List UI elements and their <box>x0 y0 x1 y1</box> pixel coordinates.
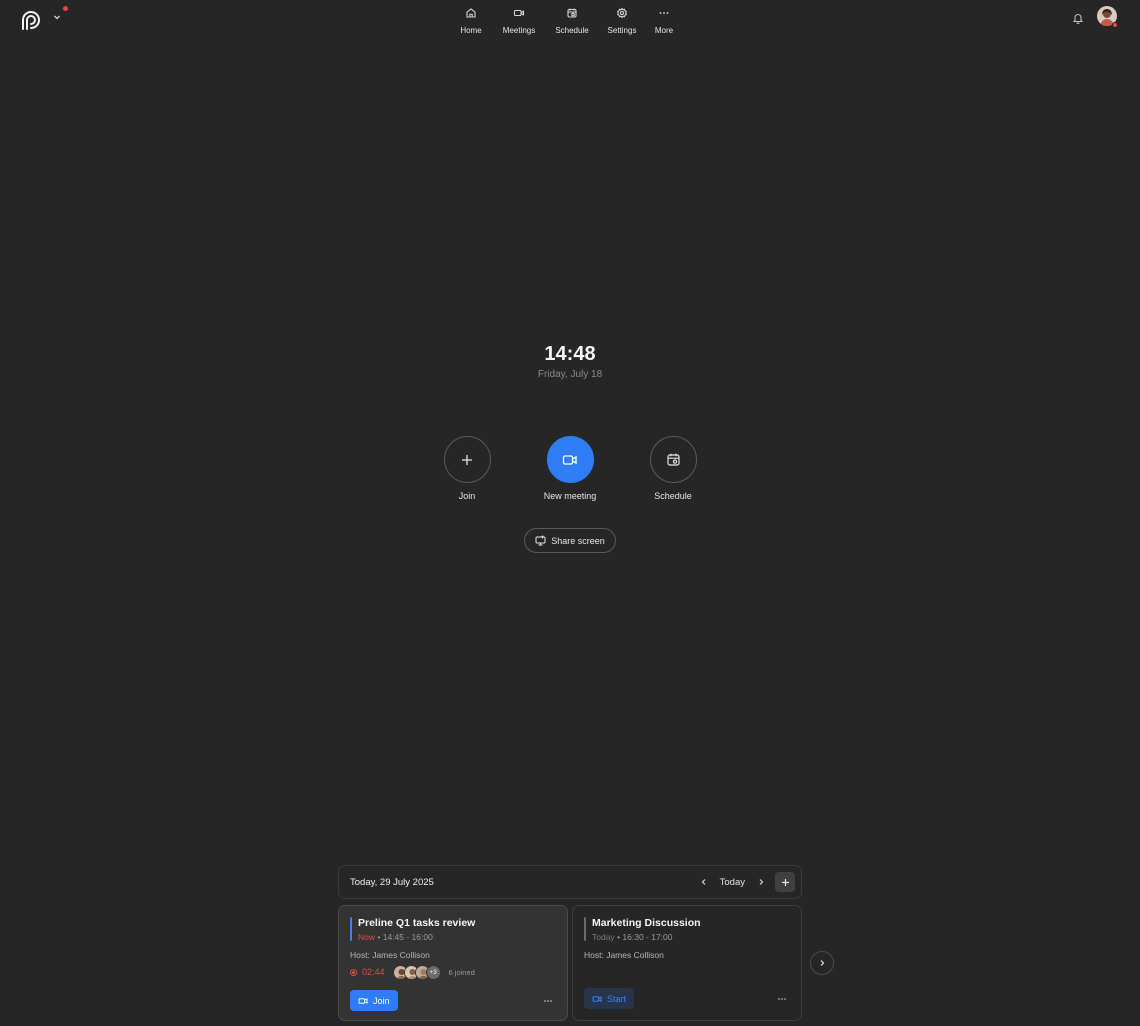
schedule-button[interactable] <box>649 436 697 483</box>
chevron-right-icon <box>820 960 825 966</box>
more-icon[interactable] <box>774 994 790 1004</box>
schedule-label: Schedule <box>654 491 692 501</box>
calendar-date: Today, 29 July 2025 <box>350 876 434 888</box>
join-action: Join <box>422 436 512 501</box>
meeting-card[interactable]: Marketing Discussion Today • 16:30 - 17:… <box>572 905 802 1021</box>
today-button[interactable]: Today <box>720 877 745 888</box>
nav-settings[interactable]: Settings <box>603 7 641 35</box>
recording-row: 02:44 +3 6 joined <box>350 964 556 980</box>
meeting-accent-bar <box>584 917 586 941</box>
meeting-host: Host: James Collison <box>584 950 664 960</box>
start-meeting-button[interactable]: Start <box>584 988 635 1009</box>
next-day-button[interactable] <box>752 873 770 891</box>
meeting-title: Marketing Discussion <box>592 917 701 929</box>
recording-icon <box>350 968 357 976</box>
extra-participants-badge: +3 <box>425 964 441 980</box>
notification-dot <box>63 6 68 11</box>
meeting-host: Host: James Collison <box>350 950 430 960</box>
new-meeting-label: New meeting <box>543 491 597 501</box>
nav-more-label: More <box>654 26 674 35</box>
meeting-status: Today <box>592 932 615 942</box>
share-screen-label: Share screen <box>551 535 605 546</box>
chevron-left-icon <box>701 879 706 885</box>
joined-count: 6 joined <box>448 967 475 977</box>
elapsed-timer: 02:44 <box>362 967 385 977</box>
clock-time: 14:48 <box>544 343 596 365</box>
new-meeting-action: New meeting <box>525 436 615 501</box>
start-meeting-label: Start <box>607 993 627 1004</box>
add-event-button[interactable] <box>775 872 795 892</box>
join-meeting-label: Join <box>373 995 390 1006</box>
plus-icon <box>781 878 789 886</box>
meeting-time: 14:45 - 16:00 <box>382 932 433 942</box>
nav-schedule[interactable]: Schedule <box>549 7 595 35</box>
top-nav: Home Meetings Schedule Settings More <box>455 7 679 35</box>
join-label: Join <box>458 491 476 501</box>
app-logo[interactable] <box>20 9 42 31</box>
clock-date: Friday, July 18 <box>537 369 603 380</box>
nav-meetings[interactable]: Meetings <box>495 7 543 35</box>
video-icon <box>358 997 368 1004</box>
nav-home-label: Home <box>460 26 482 35</box>
nav-more[interactable]: More <box>649 7 679 35</box>
meeting-meta: Now • 14:45 - 16:00 <box>358 932 475 942</box>
meeting-meta: Today • 16:30 - 17:00 <box>592 932 701 942</box>
calendar-icon <box>566 7 578 19</box>
calendar-icon <box>666 453 680 466</box>
more-icon <box>658 7 670 19</box>
chevron-right-icon <box>759 879 764 885</box>
join-button[interactable] <box>443 436 491 483</box>
meeting-title: Preline Q1 tasks review <box>358 917 476 929</box>
share-screen-button[interactable]: Share screen <box>524 528 616 553</box>
nav-schedule-label: Schedule <box>555 26 589 35</box>
participant-avatars: +3 <box>392 964 441 980</box>
nav-meetings-label: Meetings <box>502 26 536 35</box>
status-dot <box>1112 22 1118 28</box>
meeting-status: Now <box>358 932 376 942</box>
schedule-action: Schedule <box>628 436 718 501</box>
nav-home[interactable]: Home <box>455 7 487 35</box>
video-icon <box>592 995 602 1002</box>
chevron-down-icon[interactable] <box>52 12 62 22</box>
plus-icon <box>462 454 472 465</box>
nav-settings-label: Settings <box>607 26 637 35</box>
meeting-time: 16:30 - 17:00 <box>622 932 673 942</box>
next-meetings-button[interactable] <box>810 951 834 975</box>
calendar-toolbar: Today, 29 July 2025 Today <box>338 865 802 899</box>
join-meeting-button[interactable]: Join <box>350 990 398 1011</box>
home-icon <box>465 7 477 19</box>
video-icon <box>562 454 577 465</box>
meeting-card[interactable]: Preline Q1 tasks review Now • 14:45 - 16… <box>338 905 568 1021</box>
share-screen-icon <box>535 535 546 546</box>
prev-day-button[interactable] <box>695 873 713 891</box>
bell-icon[interactable] <box>1072 12 1084 24</box>
meeting-accent-bar <box>350 917 352 941</box>
more-icon[interactable] <box>540 996 556 1006</box>
gear-icon <box>616 7 628 19</box>
new-meeting-button[interactable] <box>546 436 594 483</box>
video-icon <box>513 7 525 19</box>
